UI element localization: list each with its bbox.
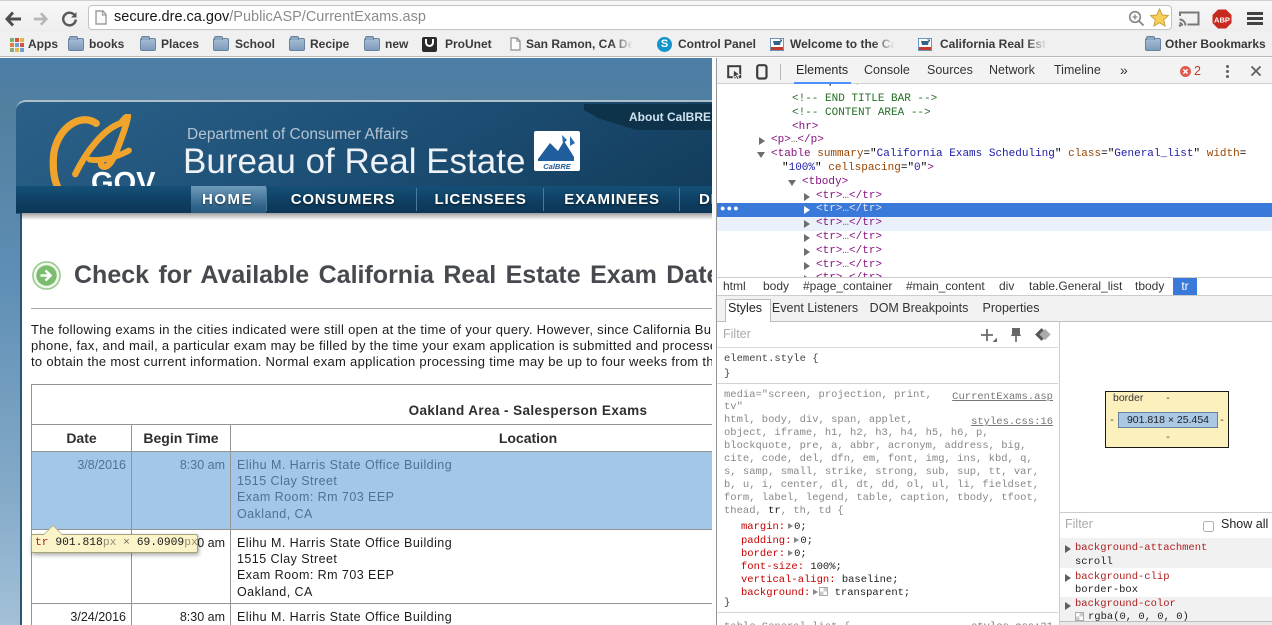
svg-text:CalBRE: CalBRE (543, 162, 572, 171)
svg-text:ABP: ABP (1214, 16, 1230, 25)
